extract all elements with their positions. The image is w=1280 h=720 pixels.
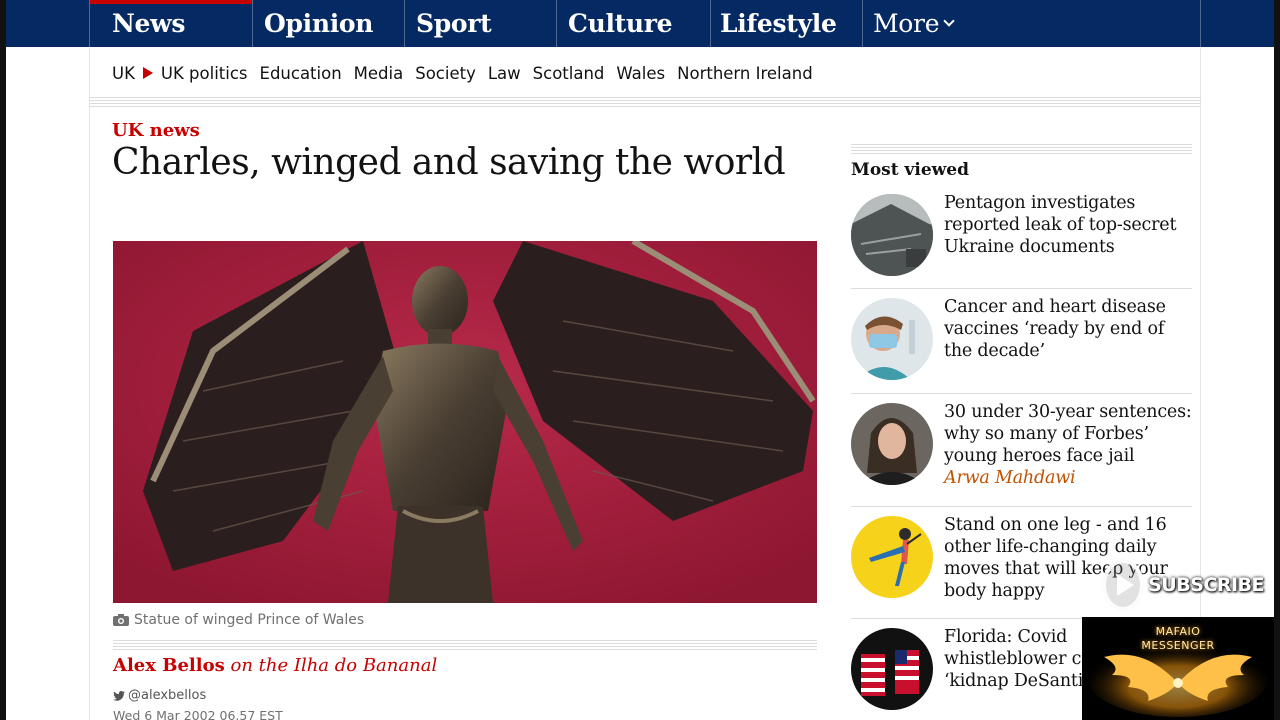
twitter-handle-text: @alexbellos <box>128 688 207 703</box>
byline-suffix: on the Ilha do Bananal <box>230 655 438 676</box>
article-main-image <box>113 241 817 603</box>
caption-text: Statue of winged Prince of Wales <box>134 612 365 628</box>
section-kicker[interactable]: UK news <box>112 120 200 141</box>
subnav-uk[interactable]: UK <box>112 64 135 83</box>
most-viewed-divider <box>851 144 1192 154</box>
nav-culture[interactable]: Culture <box>546 0 708 47</box>
top-navigation: News Opinion Sport Culture Lifestyle Mor… <box>6 0 1274 47</box>
play-triangle <box>1116 574 1134 596</box>
screen-edge-right <box>1274 0 1280 720</box>
camera-icon <box>113 614 129 626</box>
article-headline: Charles, winged and saving the world <box>112 142 786 183</box>
most-viewed-thumbnail <box>851 194 933 276</box>
subnav-law[interactable]: Law <box>488 64 521 83</box>
channel-name-line2: MESSENGER <box>1141 639 1215 652</box>
most-viewed-title: Most viewed <box>851 160 969 180</box>
nav-news[interactable]: News <box>90 0 252 47</box>
nav-sport[interactable]: Sport <box>394 0 546 47</box>
channel-name-line1: MAFAIO <box>1155 625 1201 638</box>
thumbnail-image <box>851 194 933 276</box>
thumbnail-image <box>851 628 933 710</box>
nav-divider <box>1200 0 1201 47</box>
channel-watermark: MAFAIO MESSENGER <box>1082 617 1274 720</box>
chevron-down-icon <box>943 14 955 27</box>
layout-border <box>89 47 90 720</box>
section-subnav: UK UK politics Education Media Society L… <box>112 60 825 86</box>
most-viewed-thumbnail <box>851 628 933 710</box>
twitter-icon <box>113 690 125 701</box>
most-viewed-headline-text: 30 under 30-year sentences: why so many … <box>944 402 1192 466</box>
most-viewed-thumbnail <box>851 403 933 485</box>
nav-more[interactable]: More <box>851 0 1031 47</box>
subnav-education[interactable]: Education <box>260 64 342 83</box>
image-caption: Statue of winged Prince of Wales <box>113 612 364 628</box>
nav-lifestyle[interactable]: Lifestyle <box>698 0 858 47</box>
list-divider <box>851 288 1192 289</box>
thumbnail-image <box>851 403 933 485</box>
list-divider <box>851 506 1192 507</box>
most-viewed-headline: 30 under 30-year sentences: why so many … <box>944 401 1194 489</box>
subscribe-overlay[interactable]: SUBSCRIBE <box>1102 556 1264 614</box>
author-link[interactable]: Alex Bellos <box>113 655 225 676</box>
most-viewed-thumbnail <box>851 298 933 380</box>
screen-edge-left <box>0 0 6 720</box>
subscribe-label: SUBSCRIBE <box>1148 574 1264 596</box>
most-viewed-headline: Pentagon investigates reported leak of t… <box>944 193 1177 257</box>
thumbnail-image <box>851 516 933 598</box>
subnav-wales[interactable]: Wales <box>616 64 665 83</box>
subnav-scotland[interactable]: Scotland <box>533 64 605 83</box>
subnav-media[interactable]: Media <box>354 64 404 83</box>
winged-statue-image <box>113 241 817 603</box>
subnav-northern-ireland[interactable]: Northern Ireland <box>677 64 813 83</box>
section-divider <box>89 97 1201 107</box>
subnav-uk-politics[interactable]: UK politics <box>161 64 248 83</box>
nav-opinion[interactable]: Opinion <box>242 0 404 47</box>
meta-divider <box>113 640 817 650</box>
most-viewed-headline: Cancer and heart disease vaccines ‘ready… <box>944 297 1166 361</box>
most-viewed-thumbnail <box>851 516 933 598</box>
byline: Alex Bellos on the Ilha do Bananal <box>113 655 437 676</box>
triangle-right-icon <box>142 67 153 79</box>
most-viewed-author: Arwa Mahdawi <box>944 468 1076 488</box>
play-icon <box>1102 559 1145 611</box>
list-divider <box>851 393 1192 394</box>
nav-more-label: More <box>873 9 940 38</box>
subnav-society[interactable]: Society <box>415 64 476 83</box>
thumbnail-image <box>851 298 933 380</box>
publish-date: Wed 6 Mar 2002 06.57 EST <box>113 708 283 720</box>
twitter-handle[interactable]: @alexbellos <box>113 688 206 703</box>
